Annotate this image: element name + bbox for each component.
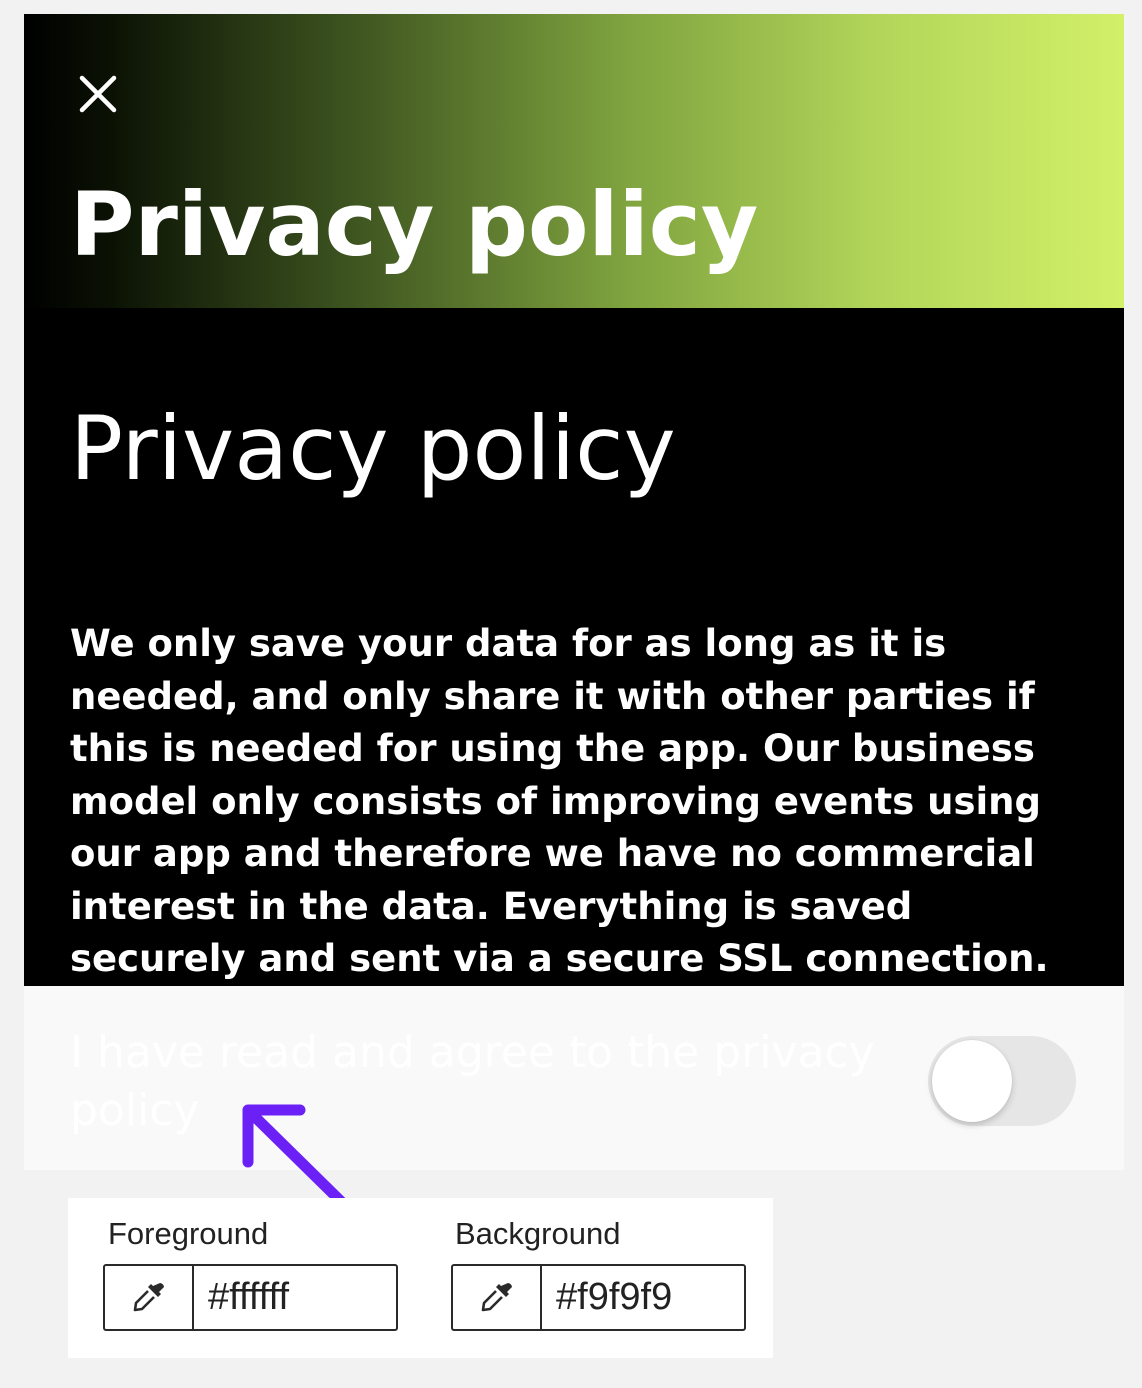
eyedropper-icon — [481, 1282, 512, 1311]
background-eyedropper-button[interactable] — [453, 1266, 542, 1329]
agreement-row: I have read and agree to the privacy pol… — [24, 986, 1124, 1170]
eyedropper-icon — [133, 1282, 164, 1311]
close-button[interactable] — [76, 72, 120, 116]
gradient-header: Privacy policy — [24, 14, 1124, 308]
foreground-label: Foreground — [108, 1216, 269, 1251]
background-field — [451, 1264, 746, 1331]
app-screen: Privacy policy Privacy policy We only sa… — [24, 14, 1124, 1170]
page-title: Privacy policy — [70, 173, 759, 276]
privacy-policy-text: We only save your data for as long as it… — [70, 622, 1049, 980]
content-heading: Privacy policy — [70, 397, 676, 500]
foreground-eyedropper-button[interactable] — [105, 1266, 194, 1329]
close-icon — [79, 75, 117, 113]
agree-toggle[interactable] — [928, 1036, 1076, 1126]
toggle-knob[interactable] — [932, 1040, 1012, 1122]
agreement-label: I have read and agree to the privacy pol… — [70, 1027, 875, 1136]
foreground-field — [103, 1264, 398, 1331]
background-label: Background — [455, 1216, 621, 1251]
foreground-hex-input[interactable] — [194, 1266, 392, 1329]
contrast-checker: Foreground Background — [68, 1198, 773, 1358]
background-hex-input[interactable] — [542, 1266, 740, 1329]
